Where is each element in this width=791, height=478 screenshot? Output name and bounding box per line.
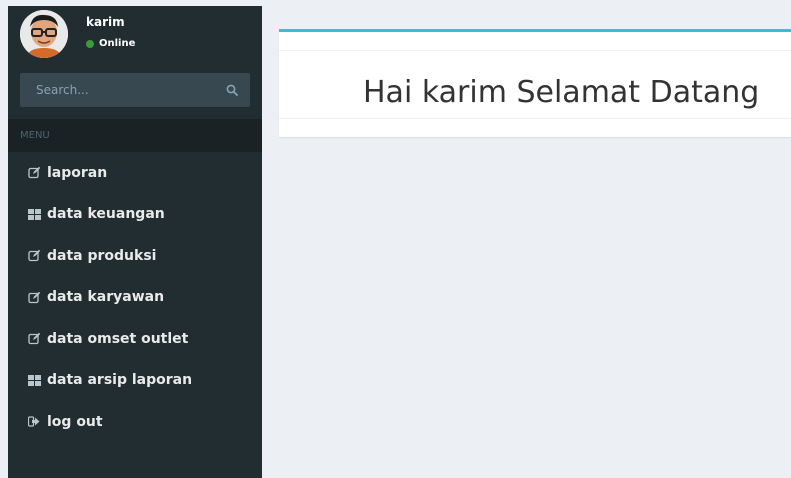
sidebar-item-data-produksi[interactable]: data produksi — [8, 235, 262, 277]
sidebar-item-label: data karyawan — [47, 289, 165, 306]
search-icon — [226, 84, 238, 96]
sidebar-item-label: data omset outlet — [47, 330, 189, 347]
sidebar-item-log-out[interactable]: log out — [8, 401, 262, 443]
welcome-heading: Hai karim Selamat Datang — [363, 75, 760, 110]
search-button[interactable] — [215, 74, 249, 106]
sidebar-item-label: data arsip laporan — [47, 372, 193, 389]
sidebar-item-laporan[interactable]: laporan — [8, 152, 262, 194]
edit-icon — [27, 290, 41, 304]
box-divider — [279, 50, 791, 51]
sidebar-menu: laporan data keuangan data produksi data… — [8, 152, 262, 443]
table-icon — [27, 373, 41, 387]
sign-out-icon — [27, 415, 41, 429]
search-input[interactable] — [21, 74, 215, 106]
box-divider — [279, 118, 791, 119]
table-icon — [27, 207, 41, 221]
user-name: karim — [86, 15, 125, 29]
user-panel: karim Online — [8, 6, 262, 62]
user-status-label: Online — [99, 38, 136, 49]
menu-header: MENU — [8, 119, 262, 152]
welcome-box: Hai karim Selamat Datang — [279, 29, 791, 137]
edit-icon — [27, 249, 41, 263]
user-status: Online — [86, 38, 135, 49]
online-status-icon — [86, 39, 94, 48]
sidebar-item-label: laporan — [47, 164, 108, 181]
sidebar-item-data-arsip-laporan[interactable]: data arsip laporan — [8, 360, 262, 402]
sidebar-item-label: data produksi — [47, 247, 157, 264]
user-avatar — [20, 10, 68, 58]
sidebar: karim Online MENU laporan data keuangan — [8, 6, 262, 478]
sidebar-search-form — [20, 73, 250, 107]
sidebar-item-data-omset-outlet[interactable]: data omset outlet — [8, 318, 262, 360]
sidebar-item-data-karyawan[interactable]: data karyawan — [8, 277, 262, 319]
sidebar-item-label: data keuangan — [47, 206, 165, 223]
sidebar-item-data-keuangan[interactable]: data keuangan — [8, 194, 262, 236]
sidebar-item-label: log out — [47, 413, 103, 430]
edit-icon — [27, 166, 41, 180]
edit-icon — [27, 332, 41, 346]
